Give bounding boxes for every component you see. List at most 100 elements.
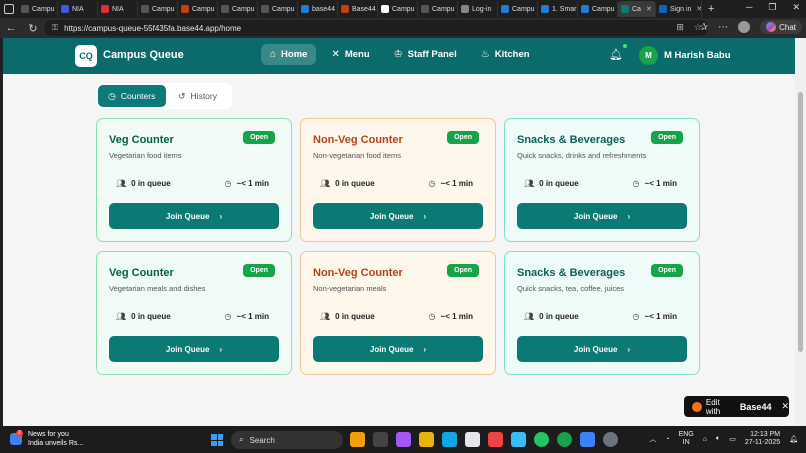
- more-menu-icon[interactable]: ⋯: [718, 22, 728, 33]
- browser-tab[interactable]: 1. Smar: [538, 1, 578, 17]
- chrome-icon[interactable]: [534, 432, 549, 447]
- nav-label: Staff Panel: [407, 49, 457, 60]
- copilot-app-icon[interactable]: [396, 432, 411, 447]
- file-explorer-icon[interactable]: [419, 432, 434, 447]
- page-scrollbar[interactable]: [795, 38, 806, 426]
- browser-tab[interactable]: Campu: [378, 1, 418, 17]
- tab-favicon-icon: [461, 5, 469, 13]
- tab-counters-label: Counters: [120, 91, 156, 101]
- browser-tab[interactable]: Campu: [178, 1, 218, 17]
- site-info-icon[interactable]: ⚿: [52, 23, 58, 33]
- browser-tab[interactable]: Campu: [18, 1, 58, 17]
- join-queue-button[interactable]: Join Queue ›: [517, 336, 687, 362]
- chevron-right-icon: ›: [423, 211, 427, 221]
- news-widget[interactable]: 2 News for you India unveils Rs...: [10, 430, 83, 448]
- reload-icon[interactable]: ↻: [26, 22, 40, 35]
- counter-card: Veg Counter Vegetarian meals and dishes Op…: [96, 251, 292, 375]
- join-queue-button[interactable]: Join Queue ›: [517, 203, 687, 229]
- status-badge: Open: [651, 131, 683, 144]
- profile-avatar[interactable]: [738, 21, 751, 33]
- clock[interactable]: 12:13 PM 27-11-2025: [745, 431, 780, 447]
- widgets-icon[interactable]: [350, 432, 365, 447]
- back-icon[interactable]: ←: [4, 22, 18, 34]
- close-badge-icon[interactable]: ✕: [781, 401, 789, 412]
- language-indicator[interactable]: ENG IN: [679, 431, 694, 447]
- notifications-icon[interactable]: 🔔︎: [789, 435, 798, 443]
- browser-tab[interactable]: NIA: [98, 1, 138, 17]
- browser-tab[interactable]: Log-in: [458, 1, 498, 17]
- edge-icon[interactable]: [442, 432, 457, 447]
- browser-tab[interactable]: Sign in ✕: [656, 1, 702, 17]
- nav-menu[interactable]: ✕ Menu: [322, 44, 378, 65]
- queue-count-text: 0 in queue: [335, 179, 375, 188]
- browser-tab[interactable]: Campu: [578, 1, 618, 17]
- window-menu-icon[interactable]: [4, 4, 14, 14]
- store-icon[interactable]: [465, 432, 480, 447]
- copilot-chat-button[interactable]: Chat: [760, 20, 802, 34]
- new-tab-button[interactable]: +: [702, 3, 720, 15]
- home-icon: ⌂: [270, 49, 277, 60]
- join-queue-button[interactable]: Join Queue ›: [109, 203, 279, 229]
- tab-favicon-icon: [301, 5, 309, 13]
- start-button-icon[interactable]: [211, 434, 223, 446]
- app-icon[interactable]: [488, 432, 503, 447]
- teams-icon[interactable]: [580, 432, 595, 447]
- wait-time-text: ~< 1 min: [236, 179, 269, 188]
- task-view-icon[interactable]: [373, 432, 388, 447]
- notification-bell-icon[interactable]: 🔔︎: [609, 44, 627, 61]
- counter-title: Veg Counter: [109, 267, 174, 279]
- wait-time: ◷ ~< 1 min: [225, 179, 269, 188]
- tab-favicon-icon: [221, 5, 229, 13]
- app-logo[interactable]: CQ: [75, 45, 97, 67]
- join-queue-label: Join Queue: [573, 211, 618, 221]
- taskbar-search[interactable]: ⌕ Search: [231, 431, 343, 449]
- queue-count: 👥︎ 0 in queue: [320, 179, 375, 188]
- close-window-icon[interactable]: ✕: [792, 2, 800, 13]
- volume-icon[interactable]: 🔈︎: [716, 435, 720, 443]
- maximize-icon[interactable]: ❐: [768, 2, 776, 13]
- tab-label: Base44: [352, 5, 376, 13]
- battery-icon[interactable]: ▭: [729, 435, 736, 443]
- browser-tab[interactable]: Ca ✕: [618, 1, 656, 17]
- browser-tab[interactable]: Base44: [338, 1, 378, 17]
- join-queue-button[interactable]: Join Queue ›: [313, 336, 483, 362]
- browser-tab[interactable]: base44: [298, 1, 338, 17]
- address-bar[interactable]: ⚿ https://campus-queue-55f435fa.base44.a…: [44, 20, 708, 36]
- browser-tab[interactable]: Campu: [498, 1, 538, 17]
- base44-brand: Base44: [739, 401, 772, 412]
- browser-tab[interactable]: Campu: [258, 1, 298, 17]
- network-icon[interactable]: ⌂: [703, 436, 707, 443]
- tab-history[interactable]: ↺ History: [168, 85, 227, 107]
- app-icon-2[interactable]: [511, 432, 526, 447]
- edit-with-base44-badge[interactable]: Edit with Base44 ✕: [684, 396, 789, 417]
- queue-count-text: 0 in queue: [131, 179, 171, 188]
- app-install-icon[interactable]: ⊞: [676, 22, 684, 33]
- minimize-icon[interactable]: ─: [746, 2, 752, 13]
- system-tray: ︿ ◔ ENG IN ⌂ 🔈︎ ▭ 12:13 PM 27-11-2025 🔔︎: [649, 431, 798, 447]
- counter-title: Snacks & Beverages: [517, 134, 626, 146]
- settings-icon[interactable]: [603, 432, 618, 447]
- wifi-icon[interactable]: ◔: [665, 436, 669, 443]
- whatsapp-icon[interactable]: [557, 432, 572, 447]
- user-menu[interactable]: M M Harish Babu: [639, 46, 731, 65]
- counter-title: Snacks & Beverages: [517, 267, 626, 279]
- main-nav: ⌂ Home ✕ Menu ♔ Staff Panel ♨ Kitchen: [261, 44, 539, 65]
- chevron-up-icon[interactable]: ︿: [649, 434, 656, 444]
- browser-tab[interactable]: Campu: [138, 1, 178, 17]
- favorites-icon[interactable]: ✰: [700, 22, 708, 33]
- nav-staff-panel[interactable]: ♔ Staff Panel: [385, 44, 466, 65]
- nav-kitchen[interactable]: ♨ Kitchen: [472, 44, 539, 65]
- brand-name[interactable]: Campus Queue: [103, 49, 184, 61]
- queue-count: 👥︎ 0 in queue: [116, 312, 171, 321]
- browser-tab[interactable]: Campu: [418, 1, 458, 17]
- scrollbar-thumb[interactable]: [798, 92, 803, 352]
- nav-home[interactable]: ⌂ Home: [261, 44, 317, 65]
- join-queue-button[interactable]: Join Queue ›: [313, 203, 483, 229]
- browser-tab[interactable]: NIA: [58, 1, 98, 17]
- tab-label: NIA: [112, 5, 124, 13]
- join-queue-button[interactable]: Join Queue ›: [109, 336, 279, 362]
- tab-counters[interactable]: ◷ Counters: [98, 85, 166, 107]
- close-tab-icon[interactable]: ✕: [646, 5, 652, 13]
- tab-favicon-icon: [659, 5, 667, 13]
- browser-tab[interactable]: Campu: [218, 1, 258, 17]
